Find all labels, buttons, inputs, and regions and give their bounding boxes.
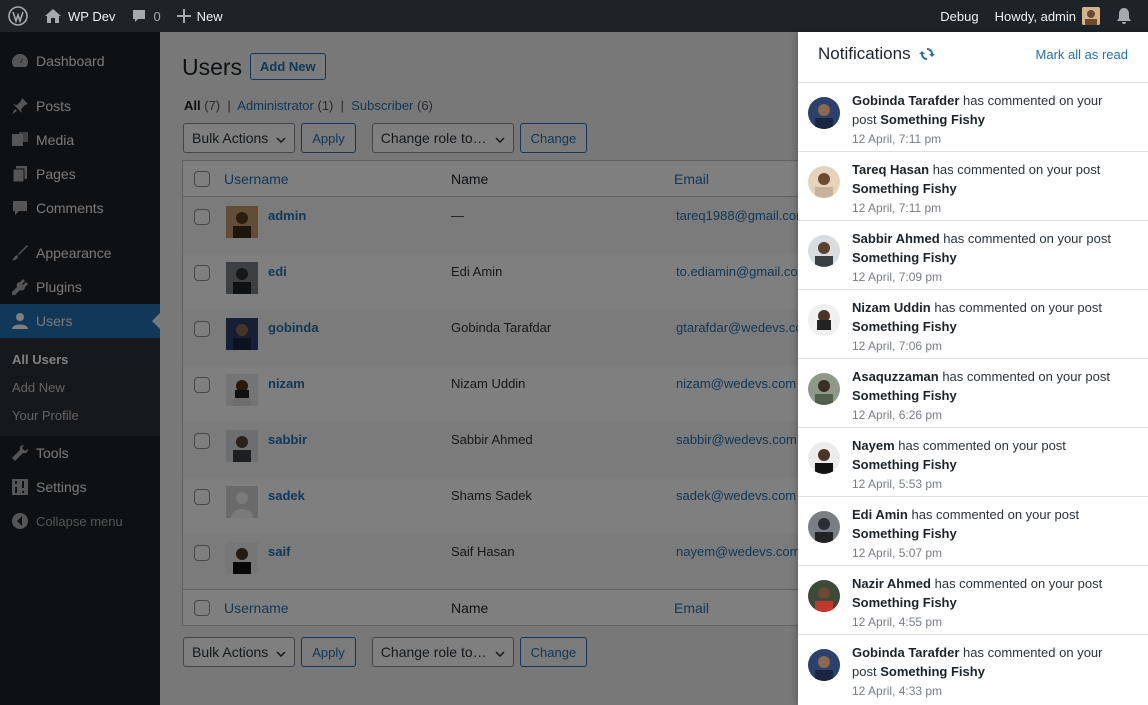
notifications-header: Notifications Mark all as read (798, 32, 1148, 76)
notification-item[interactable]: Tareq Hasan has commented on your post S… (798, 151, 1148, 220)
notification-action: has commented on your post (934, 300, 1103, 315)
notification-user: Tareq Hasan (852, 162, 930, 177)
avatar (808, 166, 840, 198)
new-content-link[interactable]: New (169, 0, 231, 32)
notification-post: Something Fishy (852, 250, 957, 265)
avatar (808, 235, 840, 267)
howdy-text: Howdy, admin (994, 8, 1076, 24)
avatar (808, 373, 840, 405)
notification-time: 12 April, 5:07 pm (852, 546, 943, 560)
notification-post: Something Fishy (852, 595, 957, 610)
modal-overlay[interactable] (0, 32, 798, 705)
notification-text: Tareq Hasan has commented on your post S… (852, 160, 1112, 198)
notification-action: has commented on your post (943, 231, 1111, 246)
notification-item[interactable]: Gobinda Tarafder has commented on your p… (798, 634, 1148, 703)
admin-bar: WP Dev 0 New Debug Howdy, admin (0, 0, 1148, 32)
notification-post: Something Fishy (852, 181, 957, 196)
notification-user: Nayem (852, 438, 895, 453)
notification-time: 12 April, 7:11 pm (852, 132, 942, 146)
notification-text: Sabbir Ahmed has commented on your post … (852, 229, 1112, 267)
avatar (808, 580, 840, 612)
notification-item[interactable]: Edi Amin has commented on your post Some… (798, 496, 1148, 565)
notification-action: has commented on your post (934, 576, 1103, 591)
site-name-link[interactable]: WP Dev (36, 0, 123, 32)
notification-user: Nazir Ahmed (852, 576, 931, 591)
notification-time: 12 April, 4:33 pm (852, 684, 943, 698)
notification-item[interactable]: Nayem has commented on your post Somethi… (798, 427, 1148, 496)
notification-user: Asaquzzaman (852, 369, 939, 384)
notification-item[interactable]: Gobinda Tarafder has commented on your p… (798, 82, 1148, 151)
avatar (808, 97, 840, 129)
comment-icon (131, 8, 147, 24)
notification-text: Nazir Ahmed has commented on your post S… (852, 574, 1112, 612)
new-label: New (196, 8, 223, 24)
plus-icon (176, 9, 191, 23)
notification-post: Something Fishy (880, 112, 985, 127)
notification-text: Nizam Uddin has commented on your post S… (852, 298, 1112, 336)
notification-action: has commented on your post (932, 162, 1101, 177)
notifications-title: Notifications (818, 44, 911, 63)
notification-item[interactable]: Nazir Ahmed has commented on your post S… (798, 565, 1148, 634)
notification-time: 12 April, 4:55 pm (852, 615, 943, 629)
notification-time: 12 April, 5:53 pm (852, 477, 943, 491)
notification-text: Edi Amin has commented on your post Some… (852, 505, 1112, 543)
notification-time: 12 April, 7:11 pm (852, 201, 942, 215)
notification-post: Something Fishy (880, 664, 985, 679)
notification-post: Something Fishy (852, 526, 957, 541)
my-account-link[interactable]: Howdy, admin (987, 0, 1108, 32)
notification-user: Gobinda Tarafder (852, 93, 960, 108)
notification-item[interactable]: Asaquzzaman has commented on your post S… (798, 358, 1148, 427)
notification-text: Gobinda Tarafder has commented on your p… (852, 643, 1112, 681)
notification-action: has commented on your post (898, 438, 1066, 453)
notification-post: Something Fishy (852, 319, 957, 334)
site-name: WP Dev (68, 8, 116, 24)
wordpress-logo-icon[interactable] (0, 0, 36, 32)
notification-user: Edi Amin (852, 507, 908, 522)
comments-count: 0 (153, 8, 161, 24)
notification-item[interactable]: Sabbir Ahmed has commented on your post … (798, 220, 1148, 289)
notifications-bell-icon[interactable] (1108, 0, 1148, 32)
notification-text: Nayem has commented on your post Somethi… (852, 436, 1112, 474)
notification-item[interactable]: Nizam Uddin has commented on your post S… (798, 289, 1148, 358)
notification-post: Something Fishy (852, 388, 957, 403)
avatar (1082, 7, 1100, 25)
notification-user: Sabbir Ahmed (852, 231, 940, 246)
debug-link[interactable]: Debug (932, 0, 986, 32)
notification-user: Nizam Uddin (852, 300, 931, 315)
comments-link[interactable]: 0 (123, 0, 168, 32)
avatar (808, 649, 840, 681)
home-icon (44, 8, 62, 24)
notification-action: has commented on your post (942, 369, 1110, 384)
notification-time: 12 April, 7:09 pm (852, 270, 943, 284)
mark-all-read-link[interactable]: Mark all as read (1036, 47, 1128, 62)
notification-text: Asaquzzaman has commented on your post S… (852, 367, 1112, 405)
notification-action: has commented on your post (911, 507, 1080, 522)
notification-time: 12 April, 6:26 pm (852, 408, 943, 422)
notifications-panel: Notifications Mark all as read Gobinda T… (798, 32, 1148, 705)
notification-user: Gobinda Tarafder (852, 645, 960, 660)
notification-post: Something Fishy (852, 457, 957, 472)
notification-text: Gobinda Tarafder has commented on your p… (852, 91, 1112, 129)
avatar (808, 442, 840, 474)
avatar (808, 304, 840, 336)
notification-time: 12 April, 7:06 pm (852, 339, 943, 353)
avatar (808, 511, 840, 543)
refresh-icon[interactable] (918, 45, 936, 63)
